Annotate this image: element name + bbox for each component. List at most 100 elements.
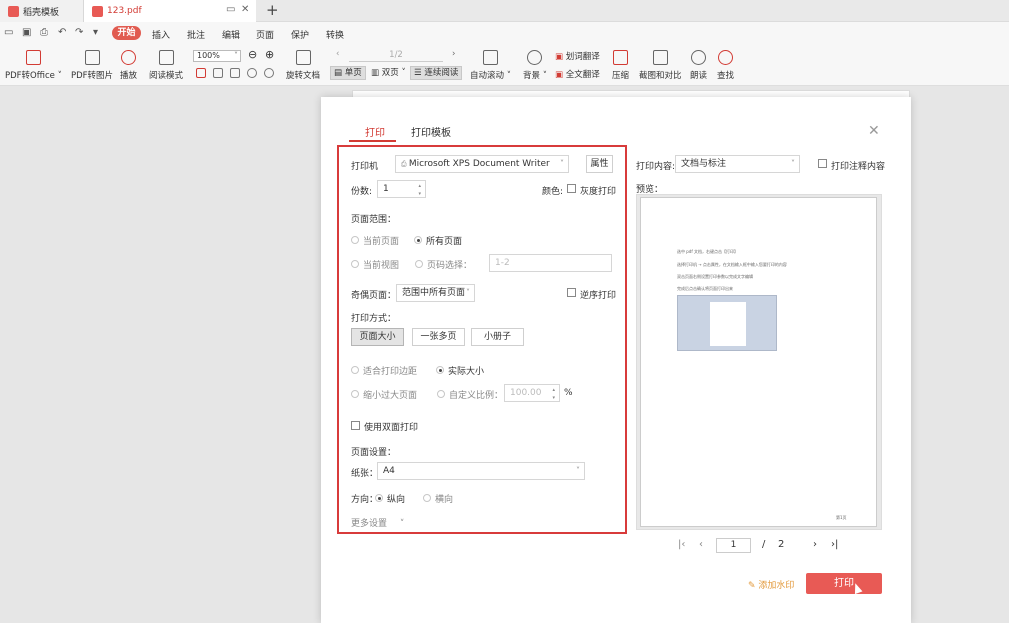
print-icon[interactable]: ⎙ — [40, 27, 48, 38]
actual-size-icon[interactable] — [230, 68, 240, 78]
button-label: 自动滚动 — [470, 71, 505, 81]
print-button[interactable]: 打印 — [806, 573, 882, 594]
pdf-to-image-button[interactable]: PDF转图片 — [71, 48, 113, 81]
odd-even-select[interactable]: 范围中所有页面 ˅ — [396, 284, 475, 302]
pdf-to-office-button[interactable]: PDF转Office ˅ — [5, 48, 62, 81]
save-icon[interactable]: ▣ — [22, 27, 31, 38]
tab-print-template[interactable]: 打印模板 — [411, 124, 451, 139]
mode-multi-page-button[interactable]: 一张多页 — [412, 328, 465, 346]
full-translate-button[interactable]: ▣ 全文翻译 — [555, 68, 600, 80]
find-button[interactable]: 查找 — [717, 48, 734, 81]
duplex-checkbox[interactable] — [351, 421, 360, 430]
rotate-left-icon[interactable] — [247, 68, 257, 78]
orientation-label: 方向： — [351, 495, 379, 505]
fit-width-icon[interactable] — [213, 68, 223, 78]
shrink-radio[interactable] — [351, 390, 359, 398]
preview-page — [640, 197, 877, 527]
screenshot-button[interactable]: 截图和对比 — [639, 48, 682, 81]
rotate-doc-button[interactable]: 旋转文档 — [286, 48, 320, 81]
undo-icon[interactable]: ↶ — [58, 27, 66, 38]
next-page-icon[interactable]: › — [813, 539, 817, 550]
preview-screenshot-image — [677, 295, 777, 351]
chevron-down-icon: ˅ — [791, 159, 795, 168]
content-select[interactable]: 文档与标注 ˅ — [675, 155, 800, 173]
auto-scroll-icon — [482, 50, 498, 65]
watermark-icon: ✎ — [748, 581, 756, 591]
menu-annotate[interactable]: 批注 — [187, 28, 205, 41]
chevron-down-icon: ˅ — [399, 519, 405, 529]
prev-page-icon[interactable]: ‹ — [699, 539, 703, 550]
landscape-radio[interactable] — [423, 494, 431, 502]
range-all-radio[interactable] — [414, 236, 422, 244]
more-settings-link[interactable]: 更多设置 ˅ — [351, 516, 404, 529]
zoom-out-icon[interactable]: ⊖ — [248, 48, 257, 61]
first-page-icon[interactable]: |‹ — [678, 539, 685, 550]
range-pages-radio[interactable] — [415, 260, 423, 268]
mode-booklet-button[interactable]: 小册子 — [471, 328, 524, 346]
page-numbers-input[interactable]: 1-2 — [489, 254, 612, 272]
prev-page-icon[interactable]: ‹ — [336, 49, 339, 59]
printer-value: Microsoft XPS Document Writer — [408, 159, 550, 169]
more-icon[interactable]: ▾ — [93, 27, 98, 38]
menu-edit[interactable]: 编辑 — [222, 28, 240, 41]
next-page-icon[interactable]: › — [452, 49, 455, 59]
read-aloud-button[interactable]: 朗读 — [690, 48, 707, 81]
word-translate-button[interactable]: ▣ 划词翻译 — [555, 50, 600, 62]
zoom-in-icon[interactable]: ⊕ — [265, 48, 274, 61]
open-icon[interactable]: ▭ — [4, 27, 13, 38]
double-page-button[interactable]: ▥ 双页 ˅ — [367, 66, 410, 80]
redo-icon[interactable]: ↷ — [75, 27, 83, 38]
menu-insert[interactable]: 插入 — [152, 28, 170, 41]
menu-page[interactable]: 页面 — [256, 28, 274, 41]
add-watermark-link[interactable]: ✎ 添加水印 — [748, 578, 794, 591]
fit-page-icon[interactable] — [196, 68, 206, 78]
paper-select[interactable]: A4 ˅ — [377, 462, 585, 480]
actual-size-radio[interactable] — [436, 366, 444, 374]
read-mode-button[interactable]: 阅读模式 — [149, 48, 183, 81]
preview-page-input[interactable]: 1 — [716, 538, 751, 553]
close-icon[interactable]: ✕ — [868, 123, 880, 139]
copies-stepper[interactable]: 1 ▴ ▾ — [377, 180, 426, 198]
menu-protect[interactable]: 保护 — [291, 28, 309, 41]
reverse-checkbox[interactable] — [567, 288, 576, 297]
single-page-button[interactable]: ▤ 单页 — [330, 66, 366, 80]
range-view-radio[interactable] — [351, 260, 359, 268]
content-label: 打印内容: — [636, 162, 676, 172]
menu-home[interactable]: 开始 — [112, 26, 141, 40]
background-button[interactable]: 背景 ˅ — [523, 48, 547, 81]
mode-page-size-button[interactable]: 页面大小 — [351, 328, 404, 346]
range-current-radio[interactable] — [351, 236, 359, 244]
compress-icon — [613, 50, 628, 65]
auto-scroll-button[interactable]: 自动滚动 ˅ — [470, 48, 511, 81]
translate-full-icon: ▣ — [555, 70, 564, 80]
scale-stepper[interactable]: 100.00 ▴ ▾ — [504, 384, 560, 402]
menu-convert[interactable]: 转换 — [326, 28, 344, 41]
tab-docer[interactable]: 稻壳模板 — [0, 0, 84, 22]
duplex-label: 使用双面打印 — [364, 423, 419, 433]
button-label: 查找 — [717, 71, 735, 81]
color-label: 颜色: — [542, 187, 564, 197]
last-page-icon[interactable]: ›| — [831, 539, 838, 550]
range-view-label: 当前视图 — [363, 261, 400, 271]
printer-select[interactable]: ⎙ Microsoft XPS Document Writer ˅ — [395, 155, 569, 173]
portrait-radio[interactable] — [375, 494, 383, 502]
close-tab-icon[interactable]: ✕ — [241, 4, 249, 15]
custom-scale-radio[interactable] — [437, 390, 445, 398]
rotate-right-icon[interactable] — [264, 68, 274, 78]
pin-icon[interactable]: ▭ — [226, 4, 235, 15]
new-tab-icon[interactable]: + — [266, 1, 279, 19]
compress-button[interactable]: 压缩 — [612, 48, 629, 81]
odd-even-value: 范围中所有页面 — [402, 288, 466, 298]
grayscale-checkbox[interactable] — [567, 184, 576, 193]
properties-button[interactable]: 属性 — [586, 155, 613, 173]
fit-margin-radio[interactable] — [351, 366, 359, 374]
print-comments-checkbox[interactable] — [818, 159, 827, 168]
page-indicator[interactable]: 1/2 — [349, 50, 443, 62]
tab-print[interactable]: 打印 — [365, 124, 385, 139]
print-comments-label: 打印注释内容 — [831, 162, 886, 172]
play-button[interactable]: 播放 — [120, 48, 137, 81]
continuous-read-button[interactable]: ☰ 连续阅读 — [410, 66, 463, 80]
zoom-select[interactable]: 100% ˅ — [193, 50, 241, 62]
reverse-label: 逆序打印 — [580, 291, 617, 301]
more-settings-label: 更多设置 — [351, 519, 388, 529]
